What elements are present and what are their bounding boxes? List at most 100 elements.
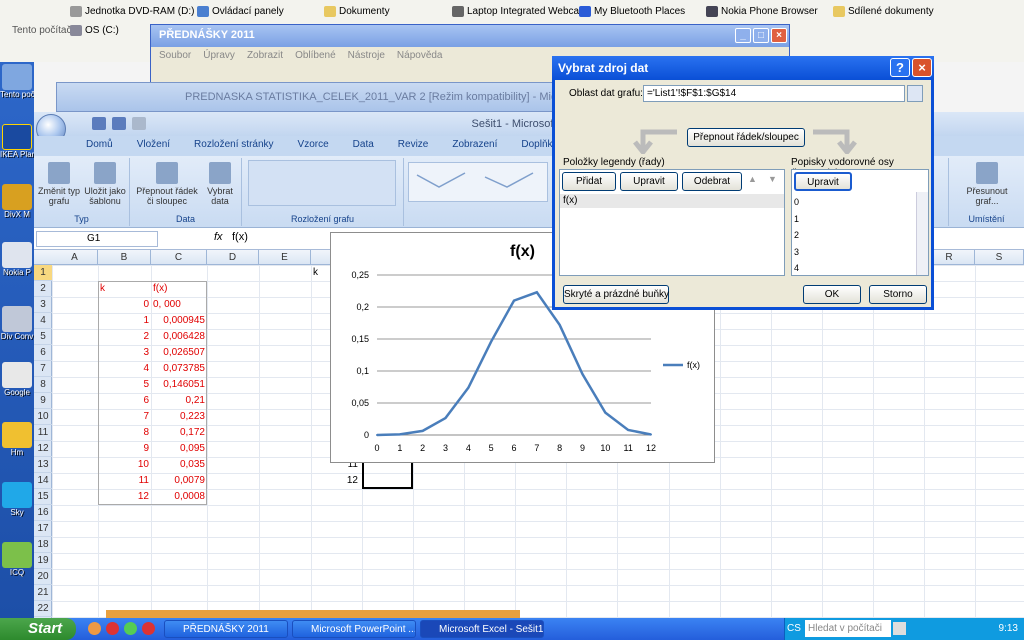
task-excel[interactable]: Microsoft Excel - Sešit1 xyxy=(420,620,544,638)
cell-fx-header[interactable]: f(x) xyxy=(151,281,207,297)
shared-docs-link[interactable]: Sdílené dokumenty xyxy=(833,4,934,18)
menu-tools[interactable]: Nástroje xyxy=(348,50,385,62)
cell-fx[interactable]: 0,223 xyxy=(151,409,207,425)
menu-view[interactable]: Zobrazit xyxy=(247,50,283,62)
cell-fx[interactable]: 0,0008 xyxy=(151,489,207,505)
maximize-button[interactable]: □ xyxy=(753,28,769,43)
column-header[interactable]: D xyxy=(207,250,259,265)
control-panel-link[interactable]: Ovládací panely xyxy=(197,4,284,18)
cell-fx[interactable]: 0,073785 xyxy=(151,361,207,377)
search-icon[interactable] xyxy=(893,622,906,635)
computer-icon[interactable] xyxy=(2,64,32,90)
icq-icon[interactable] xyxy=(2,542,32,568)
explorer-titlebar[interactable]: PŘEDNÁŠKY 2011 _ □ × xyxy=(151,25,789,47)
row-header[interactable]: 16 xyxy=(34,505,52,521)
divx-icon[interactable] xyxy=(2,184,32,210)
nokia-browser-link[interactable]: Nokia Phone Browser xyxy=(706,4,818,18)
cell-k[interactable]: 7 xyxy=(98,409,151,425)
cell-k[interactable]: 6 xyxy=(98,393,151,409)
list-item[interactable]: f(x) xyxy=(560,194,784,208)
row-header[interactable]: 13 xyxy=(34,457,52,473)
change-chart-type-button[interactable]: Změnit typ grafu xyxy=(36,162,82,206)
redo-icon[interactable] xyxy=(132,117,146,130)
row-header[interactable]: 1 xyxy=(34,265,52,281)
documents-link[interactable]: Dokumenty xyxy=(324,4,390,18)
cell-k-header[interactable]: k xyxy=(98,281,151,297)
tab-page-layout[interactable]: Rozložení stránky xyxy=(182,136,285,156)
remove-series-button[interactable]: Odebrat xyxy=(682,172,742,191)
add-series-button[interactable]: Přidat xyxy=(562,172,616,191)
list-item[interactable]: 1 xyxy=(794,211,799,228)
tab-view[interactable]: Zobrazení xyxy=(440,136,509,156)
undo-icon[interactable] xyxy=(112,117,126,130)
row-header[interactable]: 8 xyxy=(34,377,52,393)
cell-k[interactable]: 9 xyxy=(98,441,151,457)
chart-styles-gallery[interactable] xyxy=(408,162,548,202)
row-header[interactable]: 11 xyxy=(34,425,52,441)
row-header[interactable]: 19 xyxy=(34,553,52,569)
row-header[interactable]: 6 xyxy=(34,345,52,361)
cell-fx[interactable]: 0,0079 xyxy=(151,473,207,489)
chart-layout-gallery[interactable] xyxy=(248,160,396,206)
row-header[interactable]: 18 xyxy=(34,537,52,553)
nokia-icon[interactable] xyxy=(2,242,32,268)
list-item[interactable]: 4 xyxy=(794,260,799,277)
row-header[interactable]: 7 xyxy=(34,361,52,377)
cell-fx[interactable]: 0,026507 xyxy=(151,345,207,361)
media-icon[interactable] xyxy=(124,622,137,635)
row-header[interactable]: 15 xyxy=(34,489,52,505)
ok-button[interactable]: OK xyxy=(803,285,861,304)
move-up-icon[interactable]: ▲ xyxy=(748,174,757,184)
cell-fx[interactable]: 0,21 xyxy=(151,393,207,409)
list-item[interactable]: 0 xyxy=(794,194,799,211)
language-indicator[interactable]: CS xyxy=(787,623,801,634)
dialog-titlebar[interactable]: Vybrat zdroj dat ? × xyxy=(552,56,934,80)
ikea-icon[interactable] xyxy=(2,124,32,150)
start-button[interactable]: Start xyxy=(0,618,76,640)
hm-icon[interactable] xyxy=(2,422,32,448)
row-header[interactable]: 3 xyxy=(34,297,52,313)
tab-home[interactable]: Domů xyxy=(74,136,125,156)
column-header[interactable]: E xyxy=(259,250,311,265)
powerpoint-window-titlebar[interactable]: PREDNASKA STATISTIKA_CELEK_2011_VAR 2 [R… xyxy=(56,82,556,112)
webcam-link[interactable]: Laptop Integrated Webcam xyxy=(452,4,587,18)
menu-edit[interactable]: Úpravy xyxy=(203,50,235,62)
dvd-drive-link[interactable]: Jednotka DVD-RAM (D:) xyxy=(70,4,194,18)
cell-k[interactable]: 4 xyxy=(98,361,151,377)
formula-input[interactable]: f(x) xyxy=(232,231,248,243)
row-header[interactable]: 9 xyxy=(34,393,52,409)
cell-k[interactable]: 1 xyxy=(98,313,151,329)
row-header[interactable]: 20 xyxy=(34,569,52,585)
divx-converter-icon[interactable] xyxy=(2,306,32,332)
cell-fx[interactable]: 0,172 xyxy=(151,425,207,441)
edit-series-button[interactable]: Upravit xyxy=(620,172,678,191)
task-explorer[interactable]: PŘEDNÁŠKY 2011 xyxy=(164,620,288,638)
row-header[interactable]: 10 xyxy=(34,409,52,425)
list-item[interactable]: 2 xyxy=(794,227,799,244)
close-icon[interactable]: × xyxy=(912,58,932,77)
save-icon[interactable] xyxy=(92,117,106,130)
close-button[interactable]: × xyxy=(771,28,787,43)
cell-k[interactable]: 12 xyxy=(98,489,151,505)
save-template-button[interactable]: Uložit jako šablonu xyxy=(82,162,128,206)
cell-fx[interactable]: 0,146051 xyxy=(151,377,207,393)
move-chart-button[interactable]: Přesunout graf... xyxy=(957,162,1017,206)
cell-k[interactable]: 2 xyxy=(98,329,151,345)
cell-fx[interactable]: 0,006428 xyxy=(151,329,207,345)
cell-k[interactable]: 10 xyxy=(98,457,151,473)
cell-fx[interactable]: 0, 000 xyxy=(151,297,207,313)
switch-row-column-button[interactable]: Přepnout řádek či sloupec xyxy=(134,162,200,206)
search-input[interactable]: Hledat v počítači xyxy=(805,620,891,637)
skype-icon[interactable] xyxy=(2,482,32,508)
task-powerpoint[interactable]: Microsoft PowerPoint ... xyxy=(292,620,416,638)
tab-data[interactable]: Data xyxy=(341,136,386,156)
app-icon[interactable] xyxy=(142,622,155,635)
cell-fx[interactable]: 0,000945 xyxy=(151,313,207,329)
row-header[interactable]: 22 xyxy=(34,601,52,617)
c-drive-link[interactable]: OS (C:) xyxy=(70,23,119,37)
cell-k[interactable]: 5 xyxy=(98,377,151,393)
row-header[interactable]: 2 xyxy=(34,281,52,297)
move-down-icon[interactable]: ▼ xyxy=(768,174,777,184)
chrome-icon[interactable] xyxy=(88,622,101,635)
column-header[interactable]: S xyxy=(975,250,1024,265)
